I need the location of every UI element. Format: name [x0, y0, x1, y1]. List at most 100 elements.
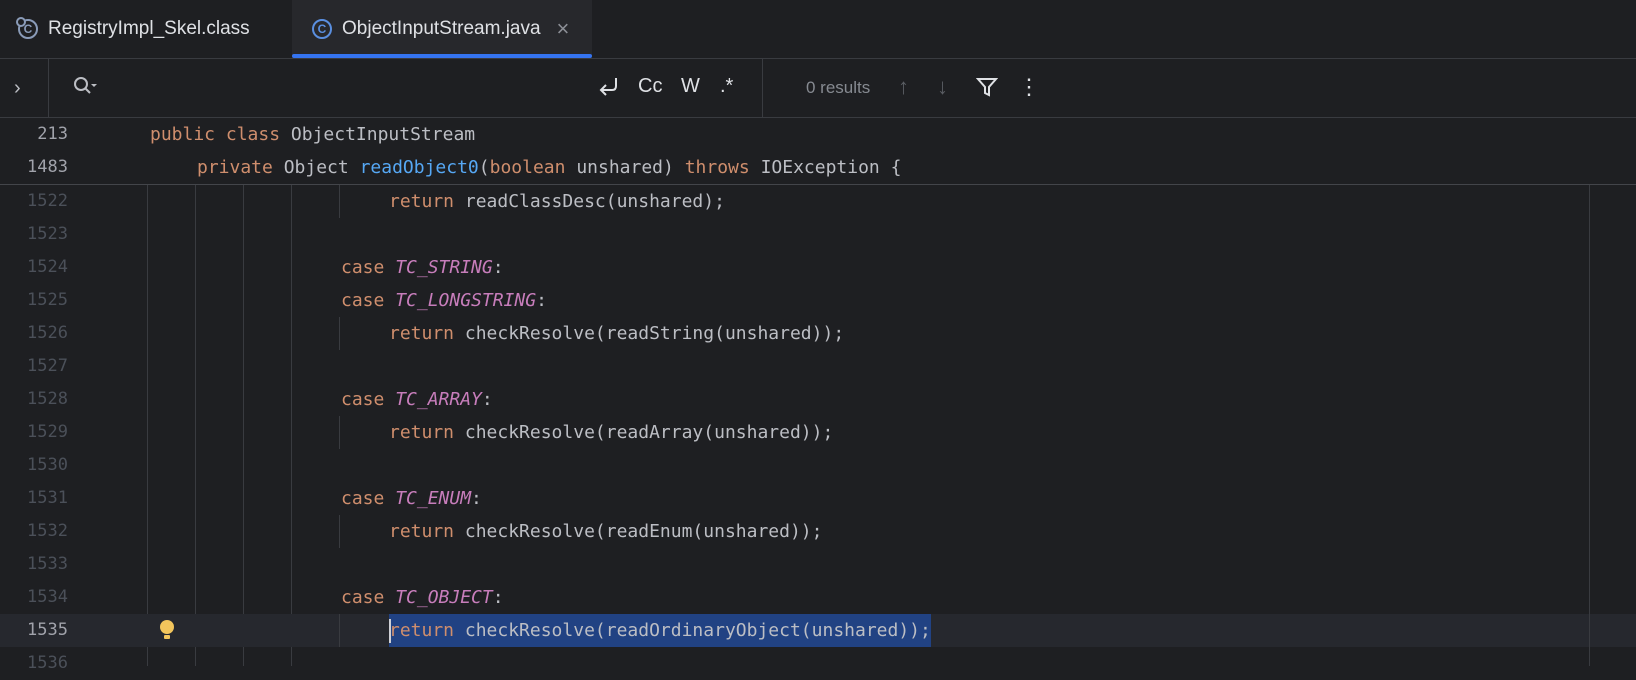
code-line[interactable]: 1535 return checkResolve(readOrdinaryObje… [0, 614, 1636, 647]
search-icon[interactable] [72, 75, 98, 103]
code-token: return [389, 422, 465, 443]
code-line[interactable]: 1532 return checkResolve(readEnum(unshare… [0, 515, 1636, 548]
code-text: public class ObjectInputStream [150, 118, 475, 151]
code-line[interactable]: 1534 case TC_OBJECT: [0, 581, 1636, 614]
code-token: TC_ENUM [395, 488, 472, 509]
sticky-line[interactable]: 213 public class ObjectInputStream [0, 118, 1636, 151]
indent-guide [339, 185, 340, 218]
line-number: 1526 [27, 323, 68, 343]
words-button[interactable]: W [681, 75, 700, 98]
code-text: return readClassDesc(unshared); [389, 185, 725, 218]
tab-label: RegistryImpl_Skel.class [48, 18, 250, 39]
selected-code-text: return checkResolve(readOrdinaryObject(u… [389, 614, 931, 647]
code-token: checkResolve(readString(unshared)); [464, 323, 845, 344]
code-token: : [492, 587, 504, 608]
line-number: 213 [37, 124, 68, 144]
code-token: class [225, 124, 291, 145]
line-number: 1528 [27, 389, 68, 409]
code-token: throws [684, 157, 761, 178]
lightbulb-icon[interactable] [160, 620, 174, 639]
code-editor[interactable]: 1522 return readClassDesc(unshared); 1523 1… [0, 185, 1636, 673]
indent-guide [339, 515, 340, 548]
code-token: case [341, 257, 396, 278]
code-token: TC_OBJECT [395, 587, 493, 608]
expand-replace-chevron-icon[interactable]: › [14, 77, 21, 100]
find-bar: › Cc W .* 0 results ↑ ↓ ⋮ [0, 59, 1636, 118]
code-text: return checkResolve(readString(unshared)… [389, 317, 844, 350]
code-token: private [197, 157, 284, 178]
tab-objectinputstream[interactable]: C ObjectInputStream.java × [292, 0, 592, 58]
line-number: 1531 [27, 488, 68, 508]
code-line[interactable]: 1522 return readClassDesc(unshared); [0, 185, 1636, 218]
line-number: 1534 [27, 587, 68, 607]
indent-guide [339, 614, 340, 647]
code-token: return [389, 620, 465, 641]
next-occurrence-icon[interactable]: ↓ [937, 74, 948, 100]
divider [48, 59, 49, 117]
close-icon[interactable]: × [557, 16, 570, 42]
code-token: return [389, 323, 465, 344]
previous-occurrence-icon[interactable]: ↑ [898, 74, 909, 100]
code-text: case TC_LONGSTRING: [341, 284, 547, 317]
line-number: 1525 [27, 290, 68, 310]
filter-icon[interactable] [975, 76, 999, 104]
code-token: Object [283, 157, 360, 178]
active-tab-indicator [292, 54, 592, 58]
code-token: : [481, 389, 493, 410]
search-results-count: 0 results [806, 78, 871, 97]
wrap-icon[interactable] [596, 75, 622, 103]
sticky-line[interactable]: 1483 private Object readObject0(boolean u… [0, 151, 1636, 184]
tab-label: ObjectInputStream.java [342, 18, 541, 39]
line-number: 1533 [27, 554, 68, 574]
code-line[interactable]: 1533 [0, 548, 1636, 581]
line-number: 1536 [27, 653, 68, 673]
line-number: 1523 [27, 224, 68, 244]
code-line[interactable]: 1528 case TC_ARRAY: [0, 383, 1636, 416]
line-number: 1532 [27, 521, 68, 541]
code-line[interactable]: 1523 [0, 218, 1636, 251]
code-token: ( [478, 157, 490, 178]
divider [762, 59, 763, 117]
class-file-icon: C [16, 17, 38, 39]
code-token: readObject0 [359, 157, 479, 178]
code-line[interactable]: 1536 [0, 647, 1636, 680]
code-line[interactable]: 1527 [0, 350, 1636, 383]
search-input[interactable] [104, 67, 584, 109]
code-token: boolean [489, 157, 577, 178]
code-token: TC_LONGSTRING [395, 290, 537, 311]
code-token: checkResolve(readOrdinaryObject(unshared… [464, 620, 931, 641]
code-text: return checkResolve(readArray(unshared))… [389, 416, 833, 449]
right-margin-guide [1589, 185, 1590, 666]
line-number: 1483 [27, 157, 68, 177]
tab-registryimpl-skel[interactable]: C RegistryImpl_Skel.class [16, 0, 288, 58]
line-number: 1527 [27, 356, 68, 376]
code-token: IOException { [760, 157, 902, 178]
line-number: 1524 [27, 257, 68, 277]
code-token: : [492, 257, 504, 278]
code-line[interactable]: 1529 return checkResolve(readArray(unshar… [0, 416, 1636, 449]
sticky-lines-header: 213 public class ObjectInputStream 1483 pri… [0, 118, 1636, 185]
code-text: case TC_STRING: [341, 251, 504, 284]
more-options-icon[interactable]: ⋮ [1018, 74, 1040, 100]
code-line[interactable]: 1524 case TC_STRING: [0, 251, 1636, 284]
regex-button[interactable]: .* [720, 75, 733, 98]
code-token: readClassDesc(unshared); [464, 191, 725, 212]
code-text: case TC_ENUM: [341, 482, 482, 515]
code-token: return [389, 521, 465, 542]
code-token: unshared) [576, 157, 685, 178]
code-line[interactable]: 1530 [0, 449, 1636, 482]
code-token: checkResolve(readEnum(unshared)); [464, 521, 823, 542]
code-token: case [341, 389, 396, 410]
indent-guide [339, 416, 340, 449]
code-text: return checkResolve(readEnum(unshared)); [389, 515, 822, 548]
class-icon: C [312, 19, 332, 39]
line-number: 1535 [27, 620, 68, 640]
code-token: ObjectInputStream [290, 124, 476, 145]
code-line[interactable]: 1525 case TC_LONGSTRING: [0, 284, 1636, 317]
code-line[interactable]: 1526 return checkResolve(readString(unsha… [0, 317, 1636, 350]
match-case-button[interactable]: Cc [638, 75, 662, 98]
code-token: case [341, 488, 396, 509]
code-line[interactable]: 1531 case TC_ENUM: [0, 482, 1636, 515]
line-number: 1522 [27, 191, 68, 211]
code-token: return [389, 191, 465, 212]
